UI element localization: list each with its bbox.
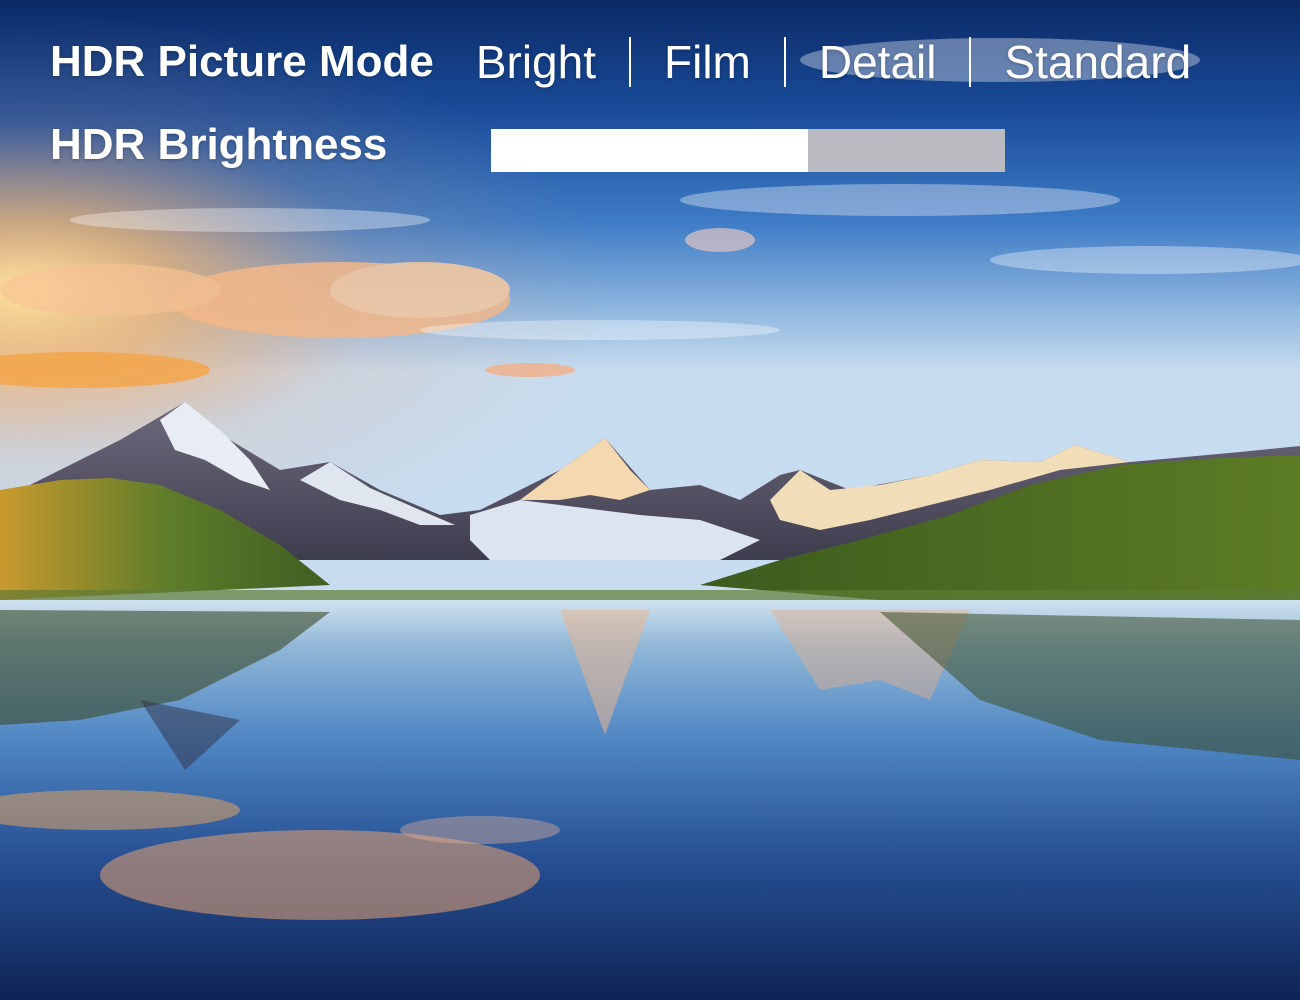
tv-screen: HDR Picture Mode Bright Film Detail Stan…	[0, 0, 1300, 1000]
mode-option-detail[interactable]: Detail	[819, 35, 937, 89]
brightness-label: HDR Brightness	[50, 120, 388, 169]
mode-option-bright[interactable]: Bright	[476, 35, 596, 89]
mode-separator	[969, 37, 972, 87]
mode-separator	[629, 37, 631, 87]
mode-separator	[783, 37, 786, 87]
brightness-slider[interactable]	[491, 129, 1005, 172]
mode-option-standard[interactable]: Standard	[1004, 35, 1191, 89]
picture-mode-row: HDR Picture Mode Bright Film Detail Stan…	[50, 32, 1191, 92]
picture-mode-label: HDR Picture Mode	[50, 37, 434, 86]
picture-mode-options: Bright Film Detail Standard	[476, 35, 1191, 89]
brightness-slider-fill	[491, 129, 809, 172]
mode-option-film[interactable]: Film	[664, 35, 751, 89]
hdr-settings-overlay: HDR Picture Mode Bright Film Detail Stan…	[0, 0, 1300, 200]
brightness-row: HDR Brightness	[50, 116, 1050, 176]
